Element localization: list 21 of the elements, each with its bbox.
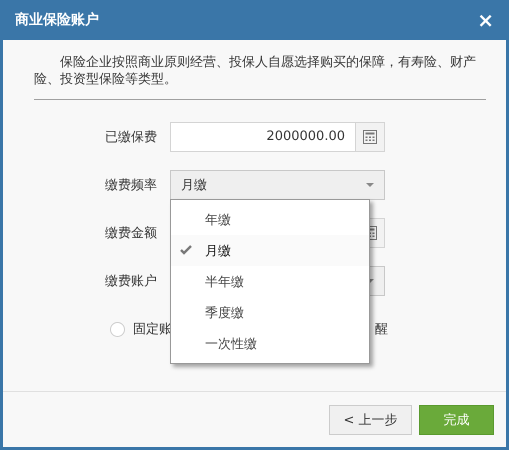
dropdown-option[interactable]: 月缴 <box>171 235 369 266</box>
number-field[interactable]: 2000000.00 <box>170 122 385 152</box>
field-label: 缴费频率 <box>104 177 158 194</box>
radio-label: 固定账 <box>133 321 172 338</box>
check-icon <box>180 245 192 255</box>
field-label: 缴费账户 <box>104 273 158 290</box>
field-label: 缴费金额 <box>104 225 158 242</box>
window-title: 商业保险账户 <box>15 11 99 29</box>
dropdown-option[interactable]: 年缴 <box>171 204 369 235</box>
dropdown-option[interactable]: 半年缴 <box>171 266 369 297</box>
calculator-icon[interactable] <box>363 130 377 144</box>
dropdown-option[interactable]: 季度缴 <box>171 297 369 328</box>
caret-icon <box>366 183 374 187</box>
back-button[interactable]: < 上一步 <box>329 404 412 434</box>
close-button[interactable]: × <box>477 10 494 30</box>
description-text: 保险企业按照商业原则经营、投保人自愿选择购买的保障，有寿险、财产险、投资型保险等类型。 <box>34 54 486 100</box>
dropdown-option[interactable]: 一次性缴 <box>171 328 369 359</box>
select-field[interactable]: 月缴 <box>170 170 385 200</box>
field-label: 已缴保费 <box>104 129 158 146</box>
radio-button[interactable] <box>110 322 125 336</box>
radio-label: 醒 <box>375 321 388 338</box>
